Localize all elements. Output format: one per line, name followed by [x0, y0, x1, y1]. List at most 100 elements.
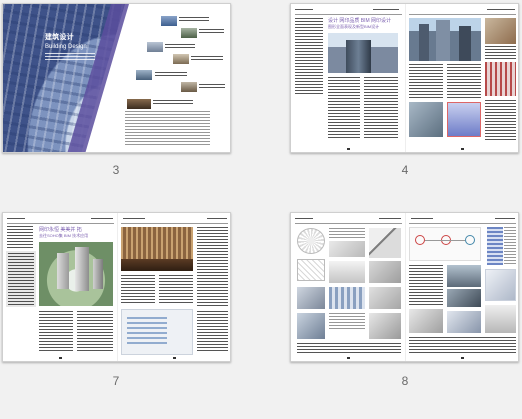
page-thumbnail-7[interactable]: 网印永恒 美美并 拓 去往SOHO集 BIM 技术应用 [2, 212, 231, 362]
page-thumbnail-8[interactable] [290, 212, 519, 362]
cover-item-photo-6 [181, 82, 197, 92]
page8-diagram-model-e [369, 313, 401, 339]
page8-diagram-text-a [329, 228, 365, 238]
page-header-rule-left [295, 14, 402, 15]
page7-right-col-top [197, 227, 228, 307]
page8-left-text-bottom [297, 343, 401, 353]
page4-atrium-photo [409, 102, 443, 137]
page7-render-tower-c [93, 259, 103, 289]
page8-right-col1 [409, 265, 443, 305]
page8-diagram-frame-b [329, 261, 365, 283]
page7-sidebar-top [7, 226, 33, 248]
page7-sidebar-box-text [8, 253, 34, 305]
cover-item-photo-3 [147, 42, 163, 52]
cover-title-en: Building Design [45, 44, 87, 50]
spread-gutter [405, 213, 406, 361]
header-text-far-right [495, 218, 515, 221]
page7-left-col1 [39, 311, 73, 353]
page8-diagram-right-c [447, 311, 481, 333]
header-text-right [123, 218, 145, 221]
header-text-left [7, 218, 25, 221]
page7-heading-2: 去往SOHO集 BIM 技术应用 [39, 233, 89, 238]
sidebar-text-block [295, 18, 323, 96]
page-header-rule-right [121, 223, 228, 224]
header-text-right [487, 9, 515, 12]
page4-bim-model [485, 18, 516, 44]
page8-diagram-frame-c [369, 261, 401, 283]
cover-item-text-5 [155, 72, 187, 77]
page4-tower-b [436, 20, 450, 61]
page8-diagram-right-d [485, 305, 516, 333]
cover-item-photo-1 [161, 16, 177, 26]
spread-gutter [405, 4, 406, 152]
page8-flow-node-1 [415, 235, 425, 245]
page8-folio-left [347, 357, 350, 359]
cover-item-text-2 [199, 29, 224, 34]
page8-diagram-wheel [297, 228, 325, 254]
header-text-left [295, 218, 313, 221]
page4-tower-c [459, 26, 471, 61]
header-text-mid [373, 9, 399, 12]
cover-item-text-6 [199, 84, 225, 89]
page4-heading-1: 设计 网印品质 BIM 网印设计 [328, 18, 392, 24]
page7-folio-left [59, 357, 62, 359]
page4-building-shape [346, 40, 371, 73]
page8-site-photo-b [447, 289, 481, 307]
page8-diagram-iso-a [329, 241, 365, 257]
page7-interior-floor [121, 259, 193, 271]
page-header-rule-left [7, 223, 114, 224]
page4-heading-2: 图形全面表现及新型BIM设计 [328, 24, 380, 29]
cover-item-text-1 [179, 17, 209, 22]
spread-gutter [117, 213, 118, 361]
page8-diagram-iso-b [369, 228, 401, 258]
page8-caption-a [329, 313, 365, 329]
page-thumbnail-4[interactable]: 设计 网印品质 BIM 网印设计 图形全面表现及新型BIM设计 [290, 3, 519, 153]
cover-title-cn: 建筑设计 [45, 34, 74, 41]
page7-right-col3 [197, 311, 228, 353]
cover-item-photo-7 [127, 99, 151, 109]
page8-tower-model [487, 227, 503, 265]
page8-flow-line [425, 240, 465, 241]
page-number-8: 8 [401, 374, 409, 388]
page8-diagram-model-b [329, 287, 365, 309]
page7-render-tower-a [57, 253, 69, 289]
page4-right-col3 [485, 100, 516, 140]
header-text-far-right [207, 218, 227, 221]
header-text-mid [379, 218, 401, 221]
page4-red-structure [485, 62, 516, 96]
page-header-rule-left [295, 223, 402, 224]
cover-item-photo-5 [136, 70, 152, 80]
page8-diagram-frame-a [297, 259, 325, 281]
page4-folio-left [347, 148, 350, 150]
page-number-3: 3 [112, 163, 120, 177]
header-text-right [411, 218, 433, 221]
page8-diagram-model-a [297, 287, 325, 309]
page4-bim-section [447, 102, 481, 137]
header-text-mid [91, 218, 113, 221]
page8-diagram-model-c [369, 287, 401, 309]
page8-flow-node-3 [465, 235, 475, 245]
cover-subtitle-lines [45, 53, 95, 61]
page8-diagram-model-d [297, 313, 325, 339]
page-number-7: 7 [112, 374, 120, 388]
page7-render-tower-b [75, 247, 89, 291]
page-thumbnail-3[interactable]: 建筑设计 Building Design [2, 3, 231, 153]
page7-right-col2 [159, 275, 193, 305]
cover-item-photo-2 [181, 28, 197, 38]
page8-diagram-right-b [409, 309, 443, 333]
page4-right-col1 [409, 64, 443, 98]
cover-item-text-4 [191, 56, 223, 61]
page7-left-col2 [77, 311, 113, 353]
cover-item-text-7 [153, 100, 193, 105]
page8-site-photo-a [447, 265, 481, 287]
page8-tower-caption [504, 227, 516, 265]
page8-folio-right [461, 357, 464, 359]
page-header-rule-right [409, 223, 516, 224]
cover-body-text [125, 111, 210, 145]
page4-folio-right [461, 148, 464, 150]
page4-left-col1 [328, 77, 360, 139]
page4-tower-a [419, 24, 429, 61]
page-header-rule-right [409, 14, 516, 15]
cover-item-text-3 [165, 44, 195, 49]
page7-diagram-rows [127, 317, 167, 347]
